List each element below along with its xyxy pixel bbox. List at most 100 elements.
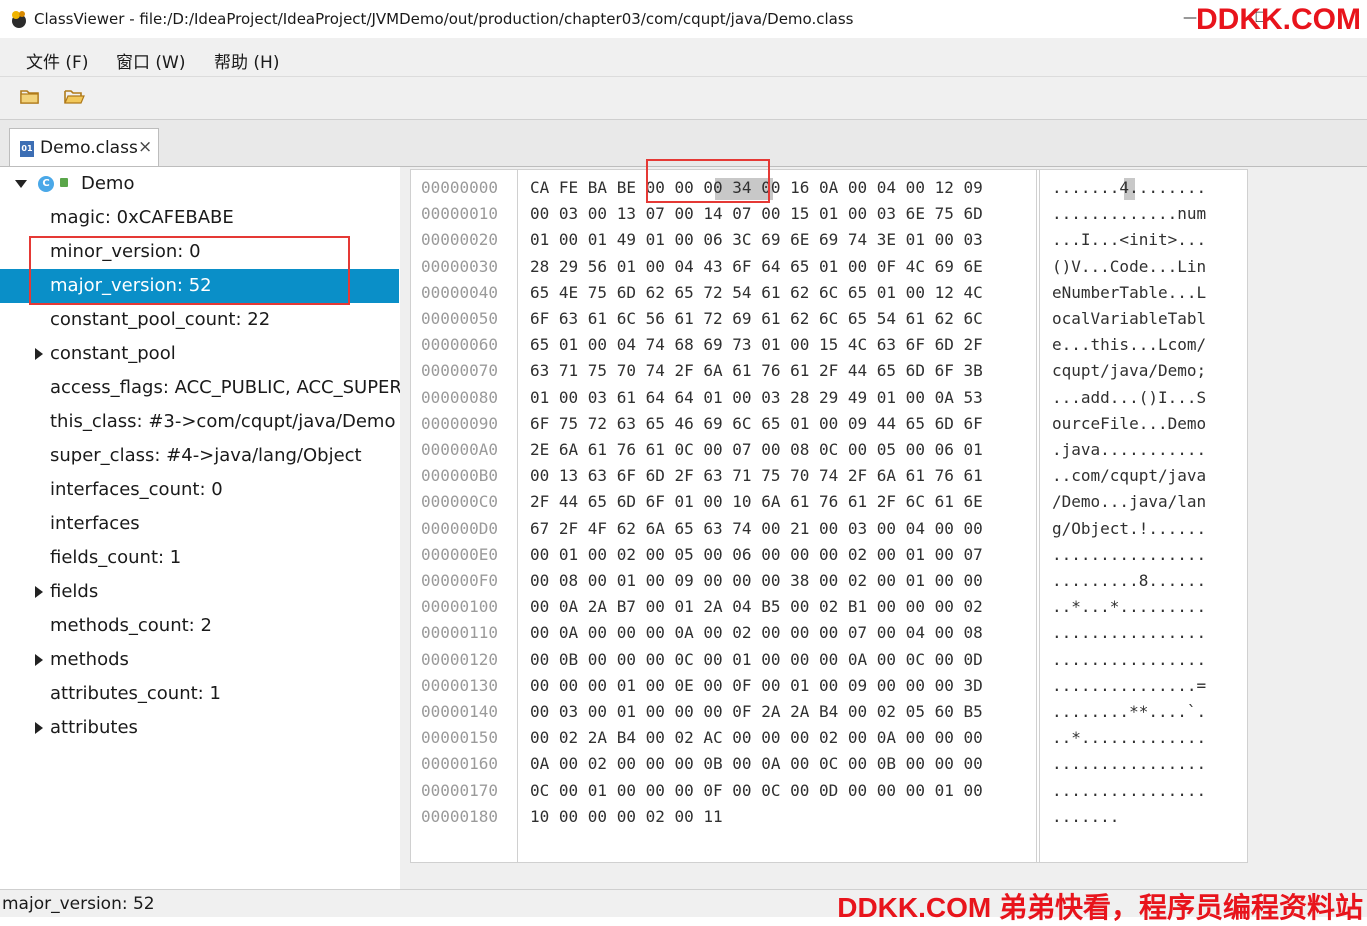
- hex-row-bytes[interactable]: 00 0A 00 00 00 0A 00 02 00 00 00 07 00 0…: [530, 623, 983, 642]
- menu-file[interactable]: 文件 (F): [26, 48, 88, 73]
- hex-row-ascii[interactable]: ..*.............: [1052, 728, 1206, 747]
- hex-row-ascii[interactable]: e...this...Lcom/: [1052, 335, 1206, 354]
- hex-row-bytes[interactable]: 01 00 03 61 64 64 01 00 03 28 29 49 01 0…: [530, 388, 983, 407]
- menu-window[interactable]: 窗口 (W): [116, 48, 185, 73]
- hex-row-address: 00000180: [421, 806, 499, 826]
- hex-row-bytes[interactable]: 00 08 00 01 00 09 00 00 00 38 00 02 00 0…: [530, 571, 983, 590]
- hex-row-ascii[interactable]: cqupt/java/Demo;: [1052, 361, 1206, 380]
- hex-row-bytes[interactable]: 00 03 00 01 00 00 00 0F 2A 2A B4 00 02 0…: [530, 702, 983, 721]
- hex-row-bytes[interactable]: 00 00 00 01 00 0E 00 0F 00 01 00 09 00 0…: [530, 676, 983, 695]
- hex-row-ascii[interactable]: .......: [1052, 807, 1119, 826]
- tab-strip: 01 Demo.class ×: [0, 120, 1367, 167]
- minimize-icon[interactable]: —: [1183, 10, 1197, 26]
- hex-row-address: 000000F0: [421, 571, 499, 590]
- hex-row-ascii[interactable]: ................: [1052, 650, 1206, 669]
- tree-item-super-class[interactable]: super_class: #4->java/lang/Object: [0, 439, 399, 473]
- tree-item-label: major_version: 52: [50, 275, 212, 296]
- tree-item-constant-pool[interactable]: constant_pool: [0, 337, 399, 371]
- panel-splitter[interactable]: [400, 167, 408, 889]
- tree-item-fields[interactable]: fields: [0, 575, 399, 609]
- folder-icon[interactable]: [18, 86, 42, 108]
- hex-row-ascii[interactable]: ocalVariableTabl: [1052, 309, 1206, 328]
- hex-row-ascii[interactable]: ..*...*.........: [1052, 597, 1206, 616]
- ascii-column[interactable]: .......4........ .............num ...I...<…: [1039, 170, 1248, 862]
- hex-row-ascii[interactable]: ...I...<init>...: [1052, 230, 1206, 249]
- hex-row-bytes[interactable]: 65 01 00 04 74 68 69 73 01 00 15 4C 63 6…: [530, 335, 983, 354]
- hex-row-bytes[interactable]: 00 02 2A B4 00 02 AC 00 00 00 02 00 0A 0…: [530, 728, 983, 747]
- tree-item-attributes[interactable]: attributes: [0, 711, 399, 745]
- hex-row-ascii[interactable]: ................: [1052, 545, 1206, 564]
- hex-row-ascii[interactable]: g/Object.!......: [1052, 519, 1206, 538]
- hex-row-ascii[interactable]: /Demo...java/lan: [1052, 492, 1206, 511]
- tree-item-access-flags[interactable]: access_flags: ACC_PUBLIC, ACC_SUPER: [0, 371, 402, 405]
- hex-row-bytes[interactable]: 00 0A 2A B7 00 01 2A 04 B5 00 02 B1 00 0…: [530, 597, 983, 616]
- tree-root-demo[interactable]: C Demo: [0, 167, 399, 201]
- hex-row-bytes[interactable]: 6F 63 61 6C 56 61 72 69 61 62 6C 65 54 6…: [530, 309, 983, 328]
- caret-right-icon[interactable]: [35, 586, 43, 598]
- hex-row-ascii[interactable]: ..com/cqupt/java: [1052, 466, 1206, 485]
- hex-row-ascii[interactable]: ...............=: [1052, 676, 1206, 695]
- hex-row-ascii[interactable]: ()V...Code...Lin: [1052, 257, 1206, 276]
- hex-row-bytes[interactable]: 65 4E 75 6D 62 65 72 54 61 62 6C 65 01 0…: [530, 283, 983, 302]
- hex-row-bytes[interactable]: 6F 75 72 63 65 46 69 6C 65 01 00 09 44 6…: [530, 414, 983, 433]
- hex-row-ascii[interactable]: eNumberTable...L: [1052, 283, 1206, 302]
- app-icon: [12, 11, 26, 28]
- hex-row-bytes[interactable]: 01 00 01 49 01 00 06 3C 69 6E 69 74 3E 0…: [530, 230, 983, 249]
- hex-row-ascii[interactable]: ................: [1052, 754, 1206, 773]
- tree-item-interfaces[interactable]: interfaces: [0, 507, 399, 541]
- caret-right-icon[interactable]: [35, 654, 43, 666]
- hex-row-bytes[interactable]: 10 00 00 00 02 00 11: [530, 807, 723, 826]
- tree-item-label: attributes: [50, 717, 138, 738]
- caret-right-icon[interactable]: [35, 722, 43, 734]
- hex-row-address: 00000030: [421, 256, 499, 276]
- folder-open-icon[interactable]: [62, 86, 86, 108]
- hex-row-bytes[interactable]: 00 13 63 6F 6D 2F 63 71 75 70 74 2F 6A 6…: [530, 466, 983, 485]
- hex-row-bytes[interactable]: 00 0B 00 00 00 0C 00 01 00 00 00 0A 00 0…: [530, 650, 983, 669]
- hex-row-ascii[interactable]: ................: [1052, 623, 1206, 642]
- hex-row-address: 00000160: [421, 754, 499, 774]
- hex-row-bytes[interactable]: 28 29 56 01 00 04 43 6F 64 65 01 00 0F 4…: [530, 257, 983, 276]
- hex-column[interactable]: CA FE BA BE 00 00 00 34 00 16 0A 00 04 0…: [518, 170, 1037, 862]
- tree-item-constant-pool-count[interactable]: constant_pool_count: 22: [0, 303, 399, 337]
- tree-item-major-version[interactable]: major_version: 52: [0, 269, 399, 303]
- hex-row-ascii[interactable]: ................: [1052, 781, 1206, 800]
- tree-item-this-class[interactable]: this_class: #3->com/cqupt/java/Demo: [0, 405, 399, 439]
- tree-item-methods-count[interactable]: methods_count: 2: [0, 609, 399, 643]
- hex-row-bytes[interactable]: 2E 6A 61 76 61 0C 00 07 00 08 0C 00 05 0…: [530, 440, 983, 459]
- tab-demo-class[interactable]: 01 Demo.class ×: [9, 128, 159, 166]
- tree-item-label: this_class: #3->com/cqupt/java/Demo: [50, 411, 396, 432]
- close-icon[interactable]: ×: [138, 137, 152, 157]
- caret-down-icon[interactable]: [15, 180, 27, 188]
- tree-item-attributes-count[interactable]: attributes_count: 1: [0, 677, 399, 711]
- hex-row-ascii[interactable]: .......4........: [1052, 178, 1206, 197]
- tree-item-label: methods: [50, 649, 129, 670]
- hex-row-address: 000000D0: [421, 518, 499, 538]
- tree-item-methods[interactable]: methods: [0, 643, 399, 677]
- hex-row-ascii[interactable]: ...add...()I...S: [1052, 388, 1206, 407]
- hex-row-bytes[interactable]: 00 03 00 13 07 00 14 07 00 15 01 00 03 6…: [530, 204, 983, 223]
- hex-row-bytes[interactable]: 0C 00 01 00 00 00 0F 00 0C 00 0D 00 00 0…: [530, 781, 983, 800]
- hex-row-ascii[interactable]: .............num: [1052, 204, 1206, 223]
- hex-row-ascii[interactable]: ourceFile...Demo: [1052, 414, 1206, 433]
- tree-item-fields-count[interactable]: fields_count: 1: [0, 541, 399, 575]
- status-text: major_version: 52: [2, 894, 155, 914]
- hex-row-bytes[interactable]: 00 01 00 02 00 05 00 06 00 00 00 02 00 0…: [530, 545, 983, 564]
- hex-row-address: 00000020: [421, 230, 499, 250]
- lock-icon: [60, 178, 68, 187]
- hex-row-ascii[interactable]: .java...........: [1052, 440, 1206, 459]
- hex-row-ascii[interactable]: ........**....`.: [1052, 702, 1206, 721]
- hex-row-bytes[interactable]: 67 2F 4F 62 6A 65 63 74 00 21 00 03 00 0…: [530, 519, 983, 538]
- tree-item-label: super_class: #4->java/lang/Object: [50, 445, 362, 466]
- hex-row-address: 00000150: [421, 728, 499, 748]
- hex-row-ascii[interactable]: .........8......: [1052, 571, 1206, 590]
- hex-row-bytes[interactable]: 0A 00 02 00 00 00 0B 00 0A 00 0C 00 0B 0…: [530, 754, 983, 773]
- tree-item-interfaces-count[interactable]: interfaces_count: 0: [0, 473, 399, 507]
- hex-row-bytes[interactable]: 63 71 75 70 74 2F 6A 61 76 61 2F 44 65 6…: [530, 361, 983, 380]
- menu-help[interactable]: 帮助 (H): [214, 48, 279, 73]
- tree-item-minor-version[interactable]: minor_version: 0: [0, 235, 399, 269]
- tree-item-magic[interactable]: magic: 0xCAFEBABE: [0, 201, 399, 235]
- hex-panel: 00000000 00000010 00000020 00000030 00000040…: [410, 169, 1248, 863]
- hex-row-bytes[interactable]: CA FE BA BE 00 00 00 34 00 16 0A 00 04 0…: [530, 178, 983, 197]
- hex-row-bytes[interactable]: 2F 44 65 6D 6F 01 00 10 6A 61 76 61 2F 6…: [530, 492, 983, 511]
- caret-right-icon[interactable]: [35, 348, 43, 360]
